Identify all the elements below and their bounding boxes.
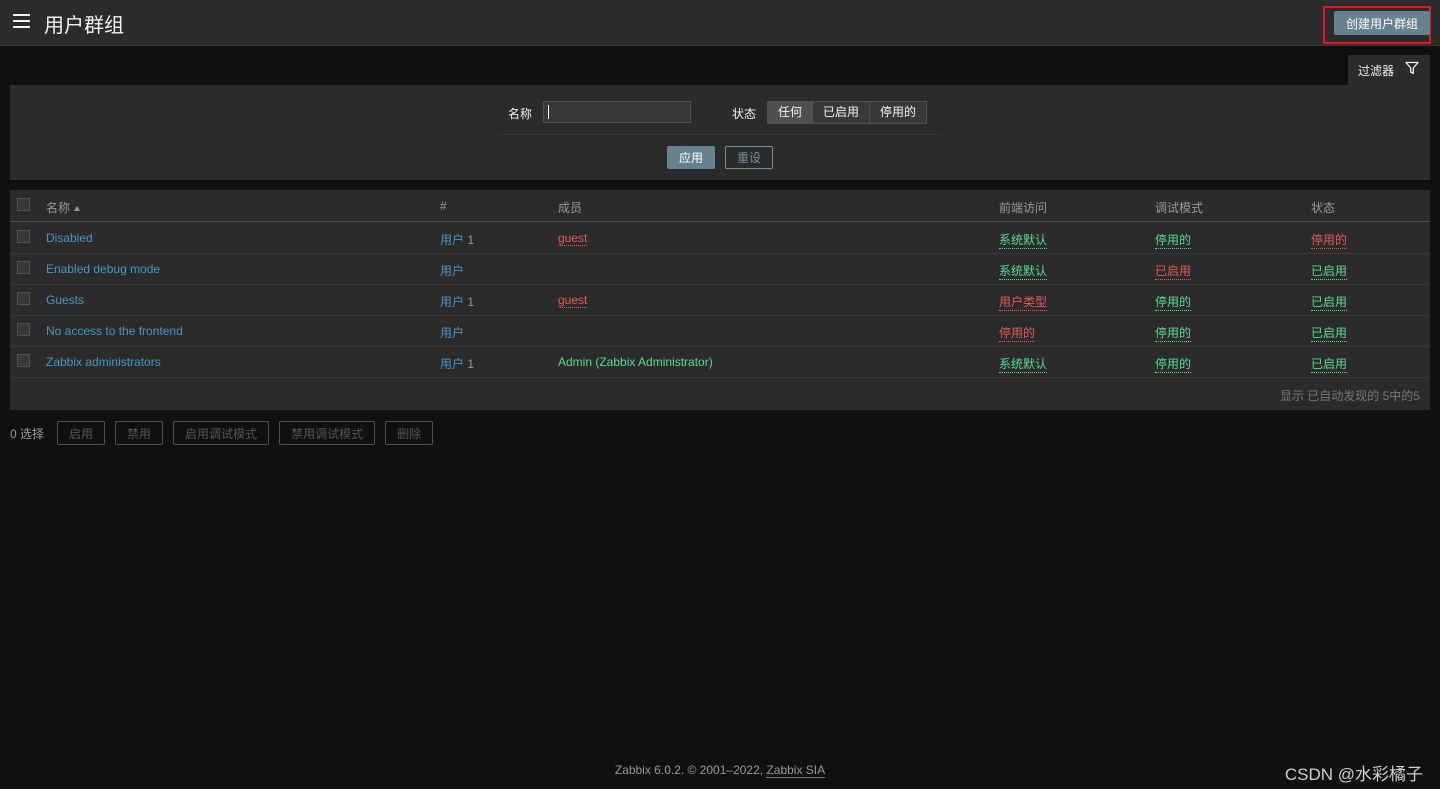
member-link[interactable]: guest [558, 231, 588, 246]
bulk-disable-debug-button[interactable]: 禁用调试模式 [279, 421, 376, 445]
debug-mode-toggle[interactable]: 停用的 [1155, 324, 1192, 342]
status-radio-group: 任何 已启用 停用的 [767, 101, 928, 124]
table-row: Disabled 用户 1 guest 系统默认 停用的 停用的 [10, 222, 1430, 254]
users-link[interactable]: 用户 [440, 326, 464, 340]
footer: Zabbix 6.0.2. © 2001–2022, Zabbix SIA [0, 763, 1440, 778]
table-summary: 显示 已自动发现的 5中的5 [1279, 389, 1420, 403]
watermark: CSDN @水彩橘子 [1284, 765, 1423, 784]
status-option-any[interactable]: 任何 [768, 102, 813, 123]
debug-mode-toggle[interactable]: 停用的 [1155, 293, 1192, 311]
apply-button[interactable]: 应用 [667, 146, 715, 169]
group-name-link[interactable]: No access to the frontend [46, 324, 183, 338]
users-count: 1 [467, 357, 475, 371]
frontend-access-value[interactable]: 停用的 [999, 324, 1036, 342]
users-count: 1 [467, 233, 475, 247]
status-toggle[interactable]: 已启用 [1311, 293, 1348, 311]
row-checkbox[interactable] [17, 230, 30, 243]
frontend-access-value[interactable]: 用户类型 [999, 293, 1048, 311]
status-toggle[interactable]: 停用的 [1311, 231, 1348, 249]
users-link[interactable]: 用户 [440, 233, 464, 247]
users-link[interactable]: 用户 [440, 357, 464, 371]
frontend-access-value[interactable]: 系统默认 [999, 231, 1048, 249]
row-checkbox[interactable] [17, 354, 30, 367]
group-name-link[interactable]: Guests [46, 293, 84, 307]
member-link[interactable]: Admin (Zabbix Administrator) [558, 355, 713, 369]
menu-icon[interactable] [13, 14, 30, 30]
group-name-link[interactable]: Zabbix administrators [46, 355, 161, 369]
status-toggle[interactable]: 已启用 [1311, 262, 1348, 280]
row-checkbox[interactable] [17, 292, 30, 305]
filter-tab-label: 过滤器 [1358, 64, 1395, 78]
column-users-header: # [440, 199, 447, 213]
users-cell: 用户 1 [440, 231, 474, 248]
bulk-enable-debug-button[interactable]: 启用调试模式 [173, 421, 270, 445]
users-count: 1 [467, 295, 475, 309]
filter-icon [1405, 61, 1419, 75]
name-filter-label: 名称 [508, 107, 533, 121]
frontend-access-value[interactable]: 系统默认 [999, 355, 1048, 373]
status-option-enabled[interactable]: 已启用 [812, 102, 870, 123]
footer-text: Zabbix 6.0.2. © 2001–2022, [614, 763, 767, 777]
bulk-disable-button[interactable]: 禁用 [115, 421, 164, 445]
status-option-disabled[interactable]: 停用的 [869, 102, 927, 123]
column-debug-header: 调试模式 [1155, 201, 1204, 215]
debug-mode-toggle[interactable]: 停用的 [1155, 231, 1192, 249]
create-user-group-button[interactable]: 创建用户群组 [1334, 11, 1430, 35]
bulk-delete-button[interactable]: 删除 [385, 421, 434, 445]
select-all-checkbox[interactable] [17, 198, 30, 211]
column-name-header[interactable]: 名称 [46, 199, 81, 216]
users-link[interactable]: 用户 [440, 264, 464, 278]
table-row: Guests 用户 1 guest 用户类型 停用的 已启用 [10, 284, 1430, 316]
users-cell: 用户 1 [440, 355, 474, 372]
debug-mode-toggle[interactable]: 已启用 [1155, 262, 1192, 280]
table-row: No access to the frontend 用户 停用的 停用的 已启用 [10, 315, 1430, 347]
table-row: Enabled debug mode 用户 系统默认 已启用 已启用 [10, 253, 1430, 285]
users-cell: 用户 [440, 324, 464, 341]
bulk-enable-button[interactable]: 启用 [57, 421, 106, 445]
page-title: 用户群组 [44, 15, 124, 37]
table-header-row: 名称 # 成员 前端访问 调试模式 状态 [10, 190, 1430, 222]
column-name-label: 名称 [46, 201, 71, 215]
group-name-link[interactable]: Enabled debug mode [46, 262, 160, 276]
users-link[interactable]: 用户 [440, 295, 464, 309]
name-filter-input[interactable] [543, 101, 691, 123]
selected-count: 0 选择 [10, 426, 45, 441]
reset-button[interactable]: 重设 [725, 146, 773, 169]
user-groups-table: 名称 # 成员 前端访问 调试模式 状态 Disabled 用户 1 guest 系统… [10, 190, 1430, 410]
frontend-access-value[interactable]: 系统默认 [999, 262, 1048, 280]
users-cell: 用户 [440, 262, 464, 279]
users-cell: 用户 1 [440, 293, 474, 310]
status-filter-label: 状态 [732, 107, 757, 121]
column-status-header: 状态 [1311, 201, 1336, 215]
status-toggle[interactable]: 已启用 [1311, 324, 1348, 342]
column-members-header: 成员 [558, 201, 583, 215]
sort-asc-icon [74, 206, 81, 211]
row-checkbox[interactable] [17, 323, 30, 336]
filter-tab[interactable]: 过滤器 [1348, 55, 1430, 85]
bulk-actions: 0 选择 启用 禁用 启用调试模式 禁用调试模式 删除 [10, 421, 443, 445]
footer-link[interactable]: Zabbix SIA [766, 763, 826, 778]
status-toggle[interactable]: 已启用 [1311, 355, 1348, 373]
text-cursor [548, 105, 549, 119]
table-row: Zabbix administrators 用户 1 Admin (Zabbix A… [10, 346, 1430, 378]
column-frontend-header: 前端访问 [999, 201, 1048, 215]
filter-panel: 名称 状态 任何 已启用 停用的 应用 重设 [10, 85, 1430, 180]
row-checkbox[interactable] [17, 261, 30, 274]
page-header: 用户群组 创建用户群组 [0, 0, 1440, 46]
member-link[interactable]: guest [558, 293, 588, 308]
debug-mode-toggle[interactable]: 停用的 [1155, 355, 1192, 373]
group-name-link[interactable]: Disabled [46, 231, 93, 245]
filter-divider [500, 134, 940, 135]
